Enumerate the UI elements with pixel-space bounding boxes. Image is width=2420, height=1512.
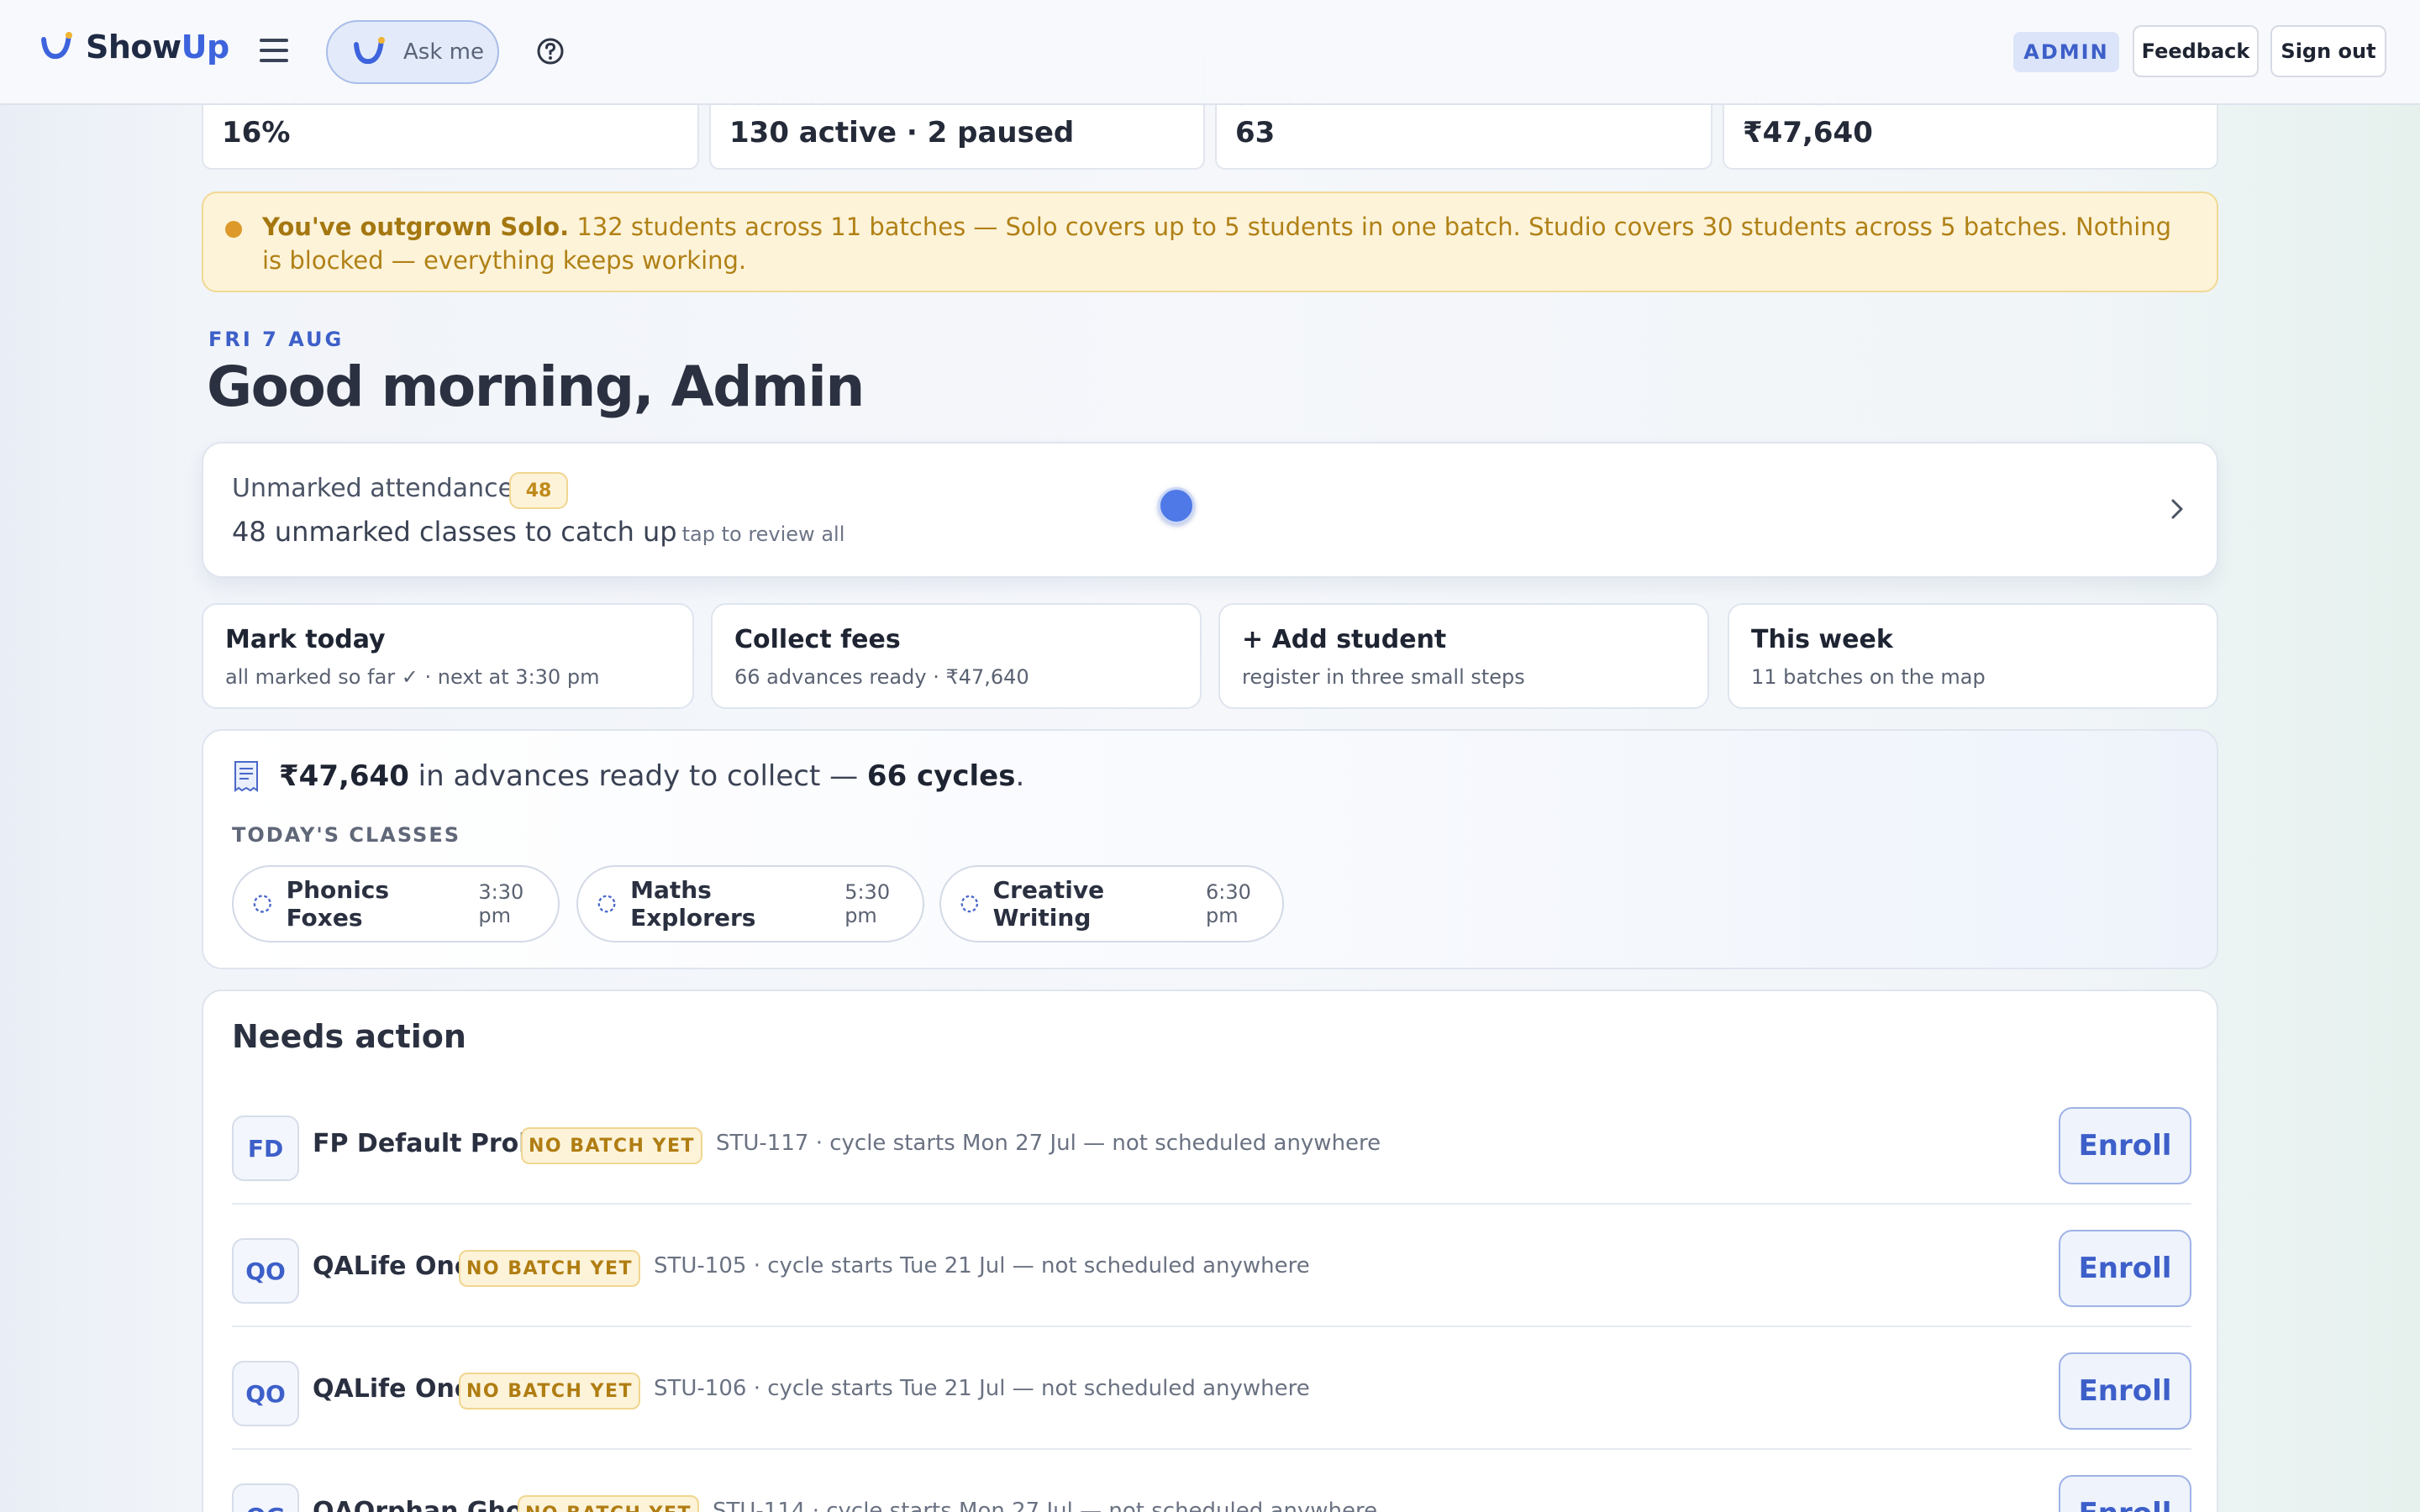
brand-logo[interactable]: ShowUp (39, 29, 229, 66)
brand-name: ShowUp (86, 29, 229, 66)
chevron-right-icon (2171, 499, 2183, 519)
no-batch-badge: NO BATCH YET (518, 1495, 699, 1512)
quick-action-subtitle: 11 batches on the map (1751, 665, 1986, 689)
unmarked-title: Unmarked attendance (232, 474, 514, 503)
warning-dot-icon (225, 221, 242, 238)
stat-value: ₹47,640 (1743, 116, 1873, 150)
student-meta: STU-114 · cycle starts Mon 27 Jul — not … (713, 1499, 1378, 1512)
pointer-cursor-indicator (1158, 487, 1195, 524)
quick-action-title: This week (1751, 625, 1893, 654)
stat-value: 16% (222, 116, 291, 150)
menu-icon[interactable] (257, 35, 291, 66)
current-date: FRI 7 AUG (208, 328, 345, 351)
dashed-circle-icon (597, 895, 616, 913)
student-name: QALife One (313, 1374, 472, 1404)
logo-check-icon (41, 32, 72, 60)
class-name: Phonics Foxes (286, 876, 390, 932)
advances-summary: ₹47,640 in advances ready to collect — 6… (232, 759, 1024, 793)
feedback-button[interactable]: Feedback (2133, 25, 2259, 77)
dashed-circle-icon (960, 895, 979, 913)
unmarked-count-badge: 48 (509, 472, 568, 509)
avatar: QO (232, 1238, 299, 1304)
needs-action-row: QO QALife One NO BATCH YET STU-105 · cyc… (232, 1205, 2191, 1327)
unmarked-attendance-card[interactable]: Unmarked attendance 48 48 unmarked class… (202, 442, 2218, 578)
enroll-button[interactable]: Enroll (2059, 1475, 2191, 1512)
upgrade-banner: You've outgrown Solo. 132 students acros… (202, 192, 2218, 292)
needs-action-row: FD FP Default Probe NO BATCH YET STU-117… (232, 1082, 2191, 1205)
quick-action-title: Mark today (225, 625, 386, 654)
ask-me-label: Ask me (403, 39, 484, 65)
needs-action-row: QG QAOrphan Ghost NO BATCH YET STU-114 ·… (232, 1450, 2191, 1512)
greeting-title: Good morning, Admin (207, 354, 865, 419)
needs-action-row: QO QALife One NO BATCH YET STU-106 · cyc… (232, 1327, 2191, 1450)
collect-fees-card[interactable]: Collect fees 66 advances ready · ₹47,640 (711, 603, 1202, 709)
quick-action-subtitle: all marked so far ✓ · next at 3:30 pm (225, 665, 600, 689)
dashed-circle-icon (253, 895, 271, 913)
student-name: QAOrphan Ghost (313, 1497, 550, 1512)
class-pill-creative-writing[interactable]: Creative Writing 6:30 pm (939, 865, 1284, 942)
sign-out-button[interactable]: Sign out (2270, 25, 2386, 77)
student-meta: STU-106 · cycle starts Tue 21 Jul — not … (654, 1376, 1310, 1401)
stat-value: 130 active · 2 paused (729, 116, 1075, 150)
role-badge: ADMIN (2013, 32, 2119, 72)
avatar: QO (232, 1361, 299, 1426)
class-time: 3:30 pm (478, 880, 524, 927)
advances-end: . (1015, 759, 1025, 793)
needs-action-card: Needs action FD FP Default Probe NO BATC… (202, 990, 2218, 1512)
student-name: FP Default Probe (313, 1129, 555, 1158)
top-bar: ShowUp Ask me ADMIN Feedback Sign out (0, 0, 2420, 105)
student-meta: STU-105 · cycle starts Tue 21 Jul — not … (654, 1253, 1310, 1278)
class-pill-phonics-foxes[interactable]: Phonics Foxes 3:30 pm (232, 865, 560, 942)
quick-action-title: + Add student (1242, 625, 1447, 654)
help-icon[interactable] (536, 37, 565, 66)
review-hint: tap to review all (681, 522, 845, 546)
this-week-card[interactable]: This week 11 batches on the map (1728, 603, 2218, 709)
class-time: 5:30 pm (844, 880, 891, 927)
receipt-icon (234, 761, 258, 792)
class-name: Creative Writing (992, 876, 1105, 932)
stat-value: 63 (1235, 116, 1276, 150)
needs-action-title: Needs action (232, 1018, 466, 1055)
todays-classes-label: TODAY'S CLASSES (232, 823, 460, 847)
mark-today-card[interactable]: Mark today all marked so far ✓ · next at… (202, 603, 694, 709)
class-name: Maths Explorers (630, 876, 756, 932)
quick-action-title: Collect fees (734, 625, 901, 654)
no-batch-badge: NO BATCH YET (521, 1127, 702, 1164)
ask-me-button[interactable]: Ask me (326, 20, 499, 84)
banner-title: You've outgrown Solo. (262, 213, 570, 241)
advances-cycles: 66 cycles (866, 759, 1016, 793)
add-student-card[interactable]: + Add student register in three small st… (1218, 603, 1709, 709)
student-meta: STU-117 · cycle starts Mon 27 Jul — not … (716, 1131, 1381, 1156)
no-batch-badge: NO BATCH YET (459, 1250, 640, 1287)
enroll-button[interactable]: Enroll (2059, 1230, 2191, 1307)
class-pill-maths-explorers[interactable]: Maths Explorers 5:30 pm (576, 865, 924, 942)
enroll-button[interactable]: Enroll (2059, 1107, 2191, 1184)
quick-action-subtitle: 66 advances ready · ₹47,640 (734, 665, 1029, 689)
avatar: QG (232, 1483, 299, 1512)
advances-amount: ₹47,640 (279, 759, 409, 793)
class-time: 6:30 pm (1205, 880, 1251, 927)
advances-text: in advances ready to collect — (408, 759, 867, 793)
quick-action-subtitle: register in three small steps (1242, 665, 1525, 689)
advances-card: ₹47,640 in advances ready to collect — 6… (202, 729, 2218, 969)
logo-check-icon (354, 37, 385, 65)
student-name: QALife One (313, 1252, 472, 1281)
no-batch-badge: NO BATCH YET (459, 1373, 640, 1410)
unmarked-subtitle: 48 unmarked classes to catch up tap to re… (232, 516, 845, 548)
avatar: FD (232, 1116, 299, 1181)
enroll-button[interactable]: Enroll (2059, 1352, 2191, 1430)
